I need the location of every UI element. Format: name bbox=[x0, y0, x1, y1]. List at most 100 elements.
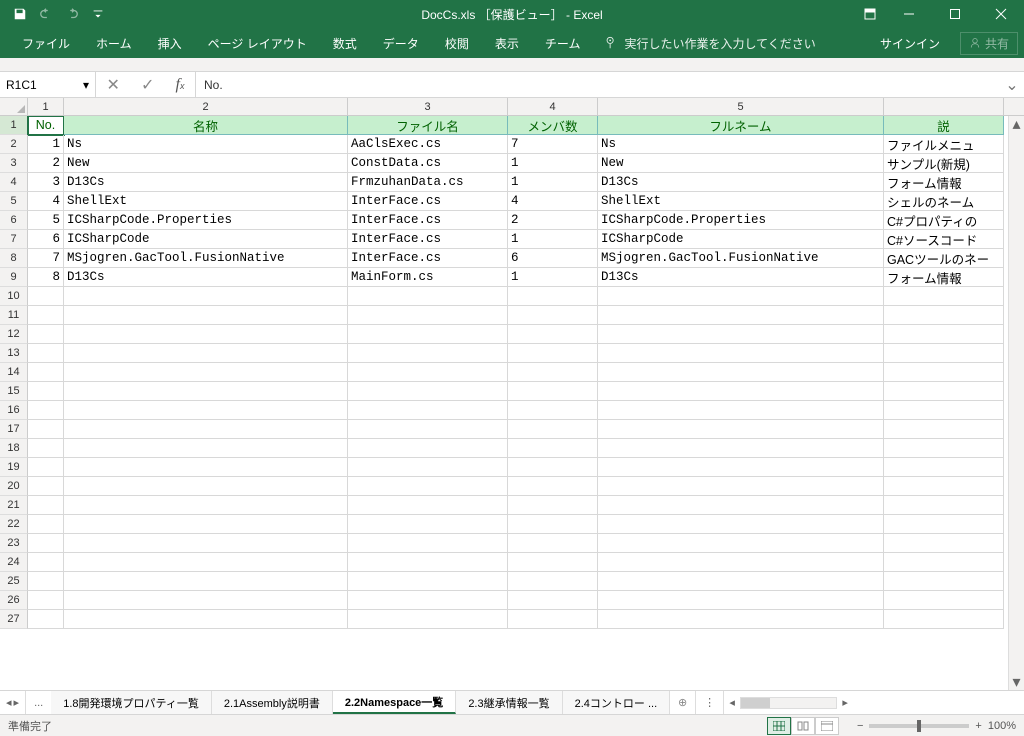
cell[interactable]: ICSharpCode bbox=[64, 230, 348, 249]
cell[interactable]: 1 bbox=[508, 173, 598, 192]
cell[interactable] bbox=[508, 477, 598, 496]
zoom-out-button[interactable]: − bbox=[857, 720, 863, 732]
confirm-formula-button[interactable]: ✓ bbox=[141, 75, 154, 95]
cell[interactable]: 1 bbox=[508, 230, 598, 249]
cell[interactable] bbox=[28, 591, 64, 610]
cell[interactable]: 6 bbox=[508, 249, 598, 268]
cell[interactable] bbox=[348, 496, 508, 515]
tab-review[interactable]: 校閲 bbox=[433, 29, 481, 58]
cell[interactable] bbox=[508, 496, 598, 515]
fx-icon[interactable]: fx bbox=[176, 76, 185, 94]
scroll-down-button[interactable]: ▾ bbox=[1009, 674, 1024, 690]
cell[interactable] bbox=[884, 477, 1004, 496]
cell[interactable] bbox=[598, 458, 884, 477]
zoom-in-button[interactable]: + bbox=[975, 720, 981, 732]
cell[interactable]: メンバ数 bbox=[508, 116, 598, 135]
cell[interactable] bbox=[884, 515, 1004, 534]
cell[interactable] bbox=[884, 363, 1004, 382]
cell[interactable] bbox=[348, 420, 508, 439]
sheet-tab[interactable]: 2.3継承情報一覧 bbox=[456, 691, 562, 714]
cell[interactable]: 7 bbox=[28, 249, 64, 268]
zoom-slider[interactable] bbox=[869, 724, 969, 728]
cell[interactable] bbox=[64, 496, 348, 515]
cell[interactable]: 8 bbox=[28, 268, 64, 287]
cell[interactable] bbox=[884, 325, 1004, 344]
cell[interactable]: C#プロパティの bbox=[884, 211, 1004, 230]
cell[interactable] bbox=[884, 572, 1004, 591]
cell[interactable] bbox=[64, 458, 348, 477]
cell[interactable] bbox=[64, 591, 348, 610]
cell[interactable] bbox=[348, 477, 508, 496]
row-header[interactable]: 9 bbox=[0, 268, 28, 287]
cell[interactable] bbox=[508, 344, 598, 363]
cell[interactable] bbox=[28, 325, 64, 344]
cell[interactable] bbox=[508, 439, 598, 458]
row-header[interactable]: 19 bbox=[0, 458, 28, 477]
cell[interactable]: シェルのネーム bbox=[884, 192, 1004, 211]
cell[interactable]: 1 bbox=[508, 154, 598, 173]
cell[interactable] bbox=[348, 534, 508, 553]
cell[interactable] bbox=[348, 515, 508, 534]
cell[interactable] bbox=[598, 553, 884, 572]
cell[interactable] bbox=[884, 401, 1004, 420]
cell[interactable] bbox=[28, 344, 64, 363]
scroll-up-button[interactable]: ▴ bbox=[1009, 116, 1024, 132]
cell[interactable] bbox=[348, 287, 508, 306]
cell[interactable]: New bbox=[64, 154, 348, 173]
cell[interactable]: InterFace.cs bbox=[348, 249, 508, 268]
cell[interactable] bbox=[28, 610, 64, 629]
cell[interactable] bbox=[508, 553, 598, 572]
cell[interactable] bbox=[28, 382, 64, 401]
cell[interactable] bbox=[28, 401, 64, 420]
cell[interactable] bbox=[348, 439, 508, 458]
cell[interactable] bbox=[598, 610, 884, 629]
cell[interactable] bbox=[348, 591, 508, 610]
row-header[interactable]: 14 bbox=[0, 363, 28, 382]
cell[interactable] bbox=[28, 458, 64, 477]
ribbon-display-options-button[interactable] bbox=[860, 0, 880, 28]
cell[interactable] bbox=[28, 420, 64, 439]
cell[interactable]: フルネーム bbox=[598, 116, 884, 135]
cell[interactable] bbox=[64, 534, 348, 553]
hscroll-thumb[interactable] bbox=[741, 698, 770, 708]
cell[interactable]: 2 bbox=[28, 154, 64, 173]
cell[interactable] bbox=[884, 458, 1004, 477]
cell[interactable]: ShellExt bbox=[598, 192, 884, 211]
cell[interactable] bbox=[508, 534, 598, 553]
close-button[interactable] bbox=[978, 0, 1024, 28]
row-header[interactable]: 6 bbox=[0, 211, 28, 230]
row-header[interactable]: 25 bbox=[0, 572, 28, 591]
cell[interactable]: New bbox=[598, 154, 884, 173]
cell[interactable]: 2 bbox=[508, 211, 598, 230]
cell[interactable]: D13Cs bbox=[598, 173, 884, 192]
tab-insert[interactable]: 挿入 bbox=[146, 29, 194, 58]
cell[interactable] bbox=[508, 515, 598, 534]
cell[interactable] bbox=[598, 591, 884, 610]
cell[interactable] bbox=[884, 420, 1004, 439]
column-header[interactable] bbox=[884, 98, 1004, 115]
cell[interactable] bbox=[28, 306, 64, 325]
cell[interactable] bbox=[348, 572, 508, 591]
row-header[interactable]: 13 bbox=[0, 344, 28, 363]
sheet-overflow-ellipsis[interactable]: ... bbox=[26, 691, 51, 714]
cell[interactable] bbox=[28, 363, 64, 382]
cell[interactable]: InterFace.cs bbox=[348, 211, 508, 230]
row-header[interactable]: 11 bbox=[0, 306, 28, 325]
cell[interactable]: ConstData.cs bbox=[348, 154, 508, 173]
cell[interactable]: D13Cs bbox=[598, 268, 884, 287]
row-header[interactable]: 26 bbox=[0, 591, 28, 610]
cell[interactable] bbox=[64, 344, 348, 363]
row-header[interactable]: 10 bbox=[0, 287, 28, 306]
cell[interactable] bbox=[598, 439, 884, 458]
cell[interactable] bbox=[884, 287, 1004, 306]
cell[interactable] bbox=[64, 325, 348, 344]
scroll-left-button[interactable]: ◂ bbox=[724, 696, 740, 709]
cell[interactable] bbox=[884, 553, 1004, 572]
cell[interactable] bbox=[508, 458, 598, 477]
cell[interactable]: ICSharpCode bbox=[598, 230, 884, 249]
horizontal-scrollbar[interactable]: ◂ ▸ bbox=[723, 691, 853, 714]
sheet-nav-next-icon[interactable]: ▸ bbox=[14, 696, 20, 709]
tab-view[interactable]: 表示 bbox=[483, 29, 531, 58]
cell[interactable]: MainForm.cs bbox=[348, 268, 508, 287]
cell[interactable] bbox=[598, 572, 884, 591]
